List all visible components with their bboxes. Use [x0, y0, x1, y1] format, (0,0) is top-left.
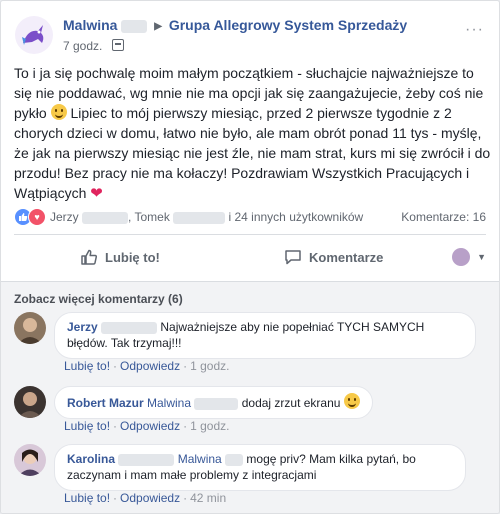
redacted-name — [101, 321, 158, 334]
comment-bubble: Karolina Malwina mogę priv? Mam kilka py… — [54, 444, 466, 491]
comment-time[interactable]: 42 min — [190, 491, 226, 505]
comment-time[interactable]: 1 godz. — [190, 359, 229, 373]
like-button-label: Lubię to! — [105, 249, 160, 265]
reaction-others[interactable]: i 24 innych użytkowników — [225, 210, 363, 224]
comment-author[interactable]: Robert Mazur — [67, 396, 144, 410]
love-reaction-icon[interactable]: ♥ — [28, 208, 46, 226]
comment-author[interactable]: Jerzy — [67, 320, 98, 334]
comment-actions: Lubię to! · Odpowiedz · 1 godz. — [64, 359, 230, 373]
smile-emoji-icon — [343, 393, 360, 409]
reactions-bar: ♥ Jerzy , Tomek i 24 innych użytkowników… — [14, 208, 486, 226]
account-avatar — [452, 248, 471, 266]
group-name[interactable]: Grupa Allegrowy System Sprzedaży — [169, 17, 407, 33]
post-title-line: Malwina ▶ Grupa Allegrowy System Sprzeda… — [63, 17, 407, 33]
comment-actions: Lubię to! · Odpowiedz · 42 min — [64, 491, 227, 505]
comment-actions: Lubię to! · Odpowiedz · 1 godz. — [64, 419, 230, 433]
comment-icon — [285, 250, 301, 265]
comment-text: dodaj zrzut ekranu — [241, 396, 344, 410]
comments-section: Zobacz więcej komentarzy (6) Jerzy Najwa… — [1, 281, 499, 513]
author-avatar[interactable] — [14, 15, 54, 55]
post-card: Malwina ▶ Grupa Allegrowy System Sprzeda… — [0, 0, 500, 514]
redacted-name — [173, 211, 226, 224]
smile-emoji-icon — [50, 104, 67, 120]
redacted-name — [194, 397, 239, 410]
reactor-name-1[interactable]: Jerzy — [50, 210, 79, 224]
group-visibility-icon — [111, 39, 124, 51]
comment-author[interactable]: Karolina — [67, 452, 115, 466]
reaction-names[interactable]: Jerzy , Tomek i 24 innych użytkowników — [50, 210, 363, 224]
heart-emoji-icon: ❤ — [90, 185, 103, 202]
redacted-name — [118, 453, 175, 466]
mentioned-user[interactable]: Malwina — [178, 452, 222, 466]
comment-bubble: Jerzy Najważniejsze aby nie popełniać TY… — [54, 312, 476, 359]
post-body: To i ja się pochwalę moim małym początki… — [14, 63, 492, 204]
post-header: Malwina ▶ Grupa Allegrowy System Sprzeda… — [14, 15, 484, 59]
comment-bubble: Robert Mazur Malwina dodaj zrzut ekranu — [54, 386, 373, 419]
reactor-name-2[interactable]: Tomek — [134, 210, 169, 224]
thumbs-up-icon — [81, 249, 98, 265]
comments-count[interactable]: Komentarze: 16 — [401, 210, 486, 224]
commenter-avatar[interactable] — [14, 312, 46, 344]
arrow-right-icon: ▶ — [154, 21, 162, 32]
post-meta: 7 godz. — [63, 39, 124, 53]
comment-reply-link[interactable]: Odpowiedz — [120, 419, 180, 433]
comment-button[interactable]: Komentarze — [284, 235, 383, 279]
comment-reply-link[interactable]: Odpowiedz — [120, 359, 180, 373]
post-time[interactable]: 7 godz. — [63, 39, 102, 53]
comment-like-link[interactable]: Lubię to! — [64, 359, 110, 373]
more-options-icon[interactable]: ··· — [465, 21, 484, 39]
like-button[interactable]: Lubię to! — [80, 235, 160, 279]
redacted-name — [121, 19, 148, 33]
commenter-avatar[interactable] — [14, 444, 46, 476]
post-actions: Lubię to! Komentarze ▼ — [14, 235, 486, 279]
see-more-comments-link[interactable]: Zobacz więcej komentarzy (6) — [14, 292, 183, 306]
mentioned-user[interactable]: Malwina — [147, 396, 191, 410]
post-text-part2: Lipiec to mój pierwszy miesiąc, przed 2 … — [14, 105, 491, 201]
comment-time[interactable]: 1 godz. — [190, 419, 229, 433]
comment-reply-link[interactable]: Odpowiedz — [120, 491, 180, 505]
commenter-avatar[interactable] — [14, 386, 46, 418]
comment-like-link[interactable]: Lubię to! — [64, 491, 110, 505]
post-as-selector[interactable]: ▼ — [452, 235, 486, 279]
redacted-name — [225, 453, 244, 466]
post-author-name[interactable]: Malwina — [63, 17, 117, 33]
redacted-name — [82, 211, 129, 224]
caret-down-icon: ▼ — [477, 252, 486, 262]
comment-like-link[interactable]: Lubię to! — [64, 419, 110, 433]
comment-button-label: Komentarze — [309, 249, 384, 265]
